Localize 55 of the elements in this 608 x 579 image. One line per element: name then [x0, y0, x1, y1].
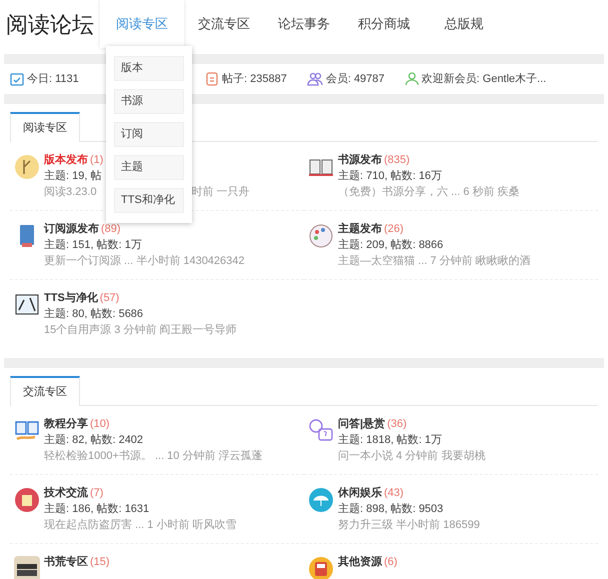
forum-title-link[interactable]: 问答|悬赏	[338, 416, 386, 432]
nav-tab[interactable]: 积分商城	[344, 0, 424, 48]
forum-stats: 主题: 186, 帖数: 1631	[44, 502, 150, 517]
forum-stats: 主题: 151, 帖数: 1万	[44, 238, 143, 253]
post-count: (89)	[101, 222, 121, 237]
nav-tab[interactable]: 论坛事务	[264, 0, 344, 48]
post-count: (835)	[384, 153, 410, 168]
forum-stats: 主题: 710, 帖数: 16万	[338, 168, 443, 184]
menu-item[interactable]: TTS和净化	[114, 188, 184, 213]
forum-title-link[interactable]: TTS与净化	[44, 290, 98, 306]
post-count: (57)	[100, 291, 120, 306]
forum-stats: 主题: 80, 帖数: 5686	[44, 306, 144, 322]
post-count: (26)	[384, 222, 404, 237]
post-count: (36)	[387, 417, 407, 432]
forum-title-link[interactable]: 版本发布	[44, 152, 88, 168]
forum-title-link[interactable]: 主题发布	[338, 221, 382, 237]
section-tab[interactable]: 交流专区	[10, 376, 80, 406]
forum-stats: 主题: 82, 帖数: 2402	[44, 432, 144, 448]
stat-text: 会员: 49787	[326, 72, 385, 87]
section-tab[interactable]: 阅读专区	[10, 112, 80, 142]
forum-stats: 主题: 898, 帖数: 9503	[338, 502, 444, 517]
forum-stats: 主题: 1818, 帖数: 1万	[338, 432, 443, 448]
nav-tab[interactable]: 交流专区	[184, 0, 264, 48]
calendar-icon	[10, 72, 24, 86]
forum-stats: 主题: 209, 帖数: 8866	[338, 238, 444, 253]
post-count: (15)	[90, 555, 110, 570]
books-icon	[14, 556, 40, 579]
forum-title-link[interactable]: 订阅源发布	[44, 221, 99, 237]
forum-title-link[interactable]: 书荒专区	[44, 554, 88, 570]
forum-title-link[interactable]: 教程分享	[44, 416, 88, 432]
forum-title-link[interactable]: 书源发布	[338, 152, 382, 168]
post-count: (1)	[90, 153, 104, 168]
forum-title-link[interactable]: 其他资源	[338, 554, 382, 570]
stat-text: 今日: 1131	[27, 72, 79, 87]
user-icon	[404, 72, 419, 86]
menu-item[interactable]: 版本	[114, 56, 184, 81]
forum-title-link[interactable]: 技术交流	[44, 485, 88, 501]
post-count: (43)	[384, 486, 404, 501]
menu-item[interactable]: 书源	[114, 89, 184, 114]
stat-text: 欢迎新会员: Gentle木子...	[422, 72, 546, 87]
post-count: (10)	[90, 417, 110, 432]
post-count: (7)	[90, 486, 104, 501]
forum-title-link[interactable]: 休闲娱乐	[338, 485, 382, 501]
document-icon	[205, 72, 219, 86]
nav-tab[interactable]: 总版规	[424, 0, 504, 48]
post-count: (6)	[384, 555, 398, 570]
umbrella-icon	[308, 487, 334, 513]
stat-text: 帖子: 235887	[222, 72, 287, 87]
menu-item[interactable]: 订阅	[114, 122, 184, 147]
forum-logo[interactable]: 阅读论坛	[6, 8, 100, 40]
users-icon	[306, 72, 323, 86]
forum-stats: 主题: 19, 帖	[44, 168, 102, 184]
branch-icon	[14, 154, 40, 180]
palette-icon	[308, 223, 334, 249]
menu-item[interactable]: 主题	[114, 155, 184, 180]
